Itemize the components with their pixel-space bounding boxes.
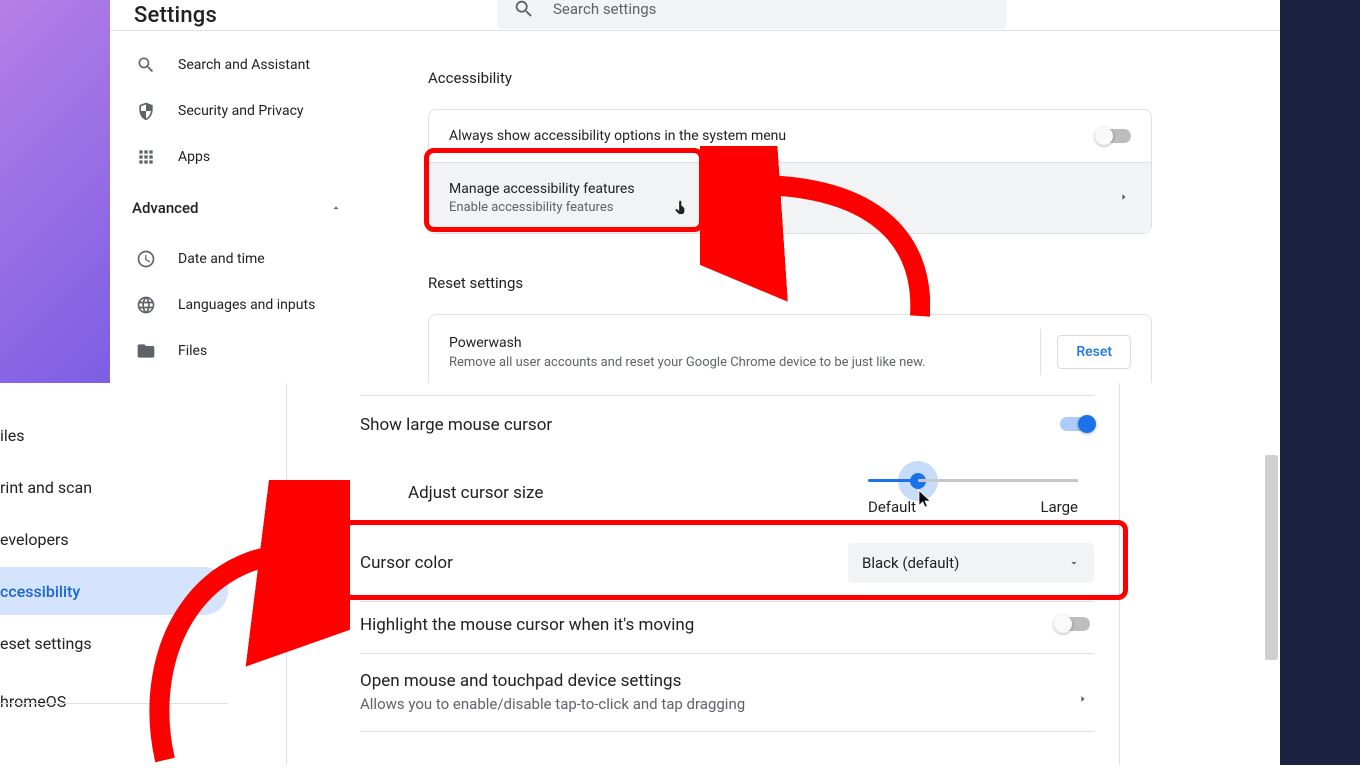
arrow-cursor-icon [916, 486, 934, 510]
row-label: Show large mouse cursor [360, 415, 552, 435]
sidebar-item-chromeos-cropped[interactable]: hromeOS [0, 677, 228, 725]
sidebar-label: Date and time [178, 251, 265, 267]
always-show-row[interactable]: Always show accessibility options in the… [429, 110, 1151, 162]
settings-window-bottom: iles rint and scan evelopers ccessibilit… [0, 383, 1265, 765]
sidebar-item-apps[interactable]: Apps [110, 137, 370, 177]
sidebar-item-developers-cropped[interactable]: evelopers [0, 515, 228, 563]
row-label: Adjust cursor size [408, 483, 543, 503]
large-cursor-toggle[interactable] [1060, 417, 1094, 431]
powerwash-sublabel: Remove all user accounts and reset your … [449, 355, 1024, 370]
pointer-cursor-icon [672, 196, 690, 218]
slider-max-label: Large [1040, 498, 1078, 516]
settings-window-top: Settings Search settings Search and Assi… [110, 0, 1280, 383]
reset-card: Powerwash Remove all user accounts and r… [428, 314, 1152, 390]
search-icon [136, 55, 156, 75]
row-label: Manage accessibility features [449, 181, 635, 197]
sidebar-label: Advanced [132, 199, 198, 217]
settings-sidebar: Search and Assistant Security and Privac… [110, 31, 370, 383]
sidebar-item-date-time[interactable]: Date and time [110, 239, 370, 279]
clock-icon [136, 249, 156, 269]
cursor-color-dropdown[interactable]: Black (default) [848, 543, 1094, 583]
sidebar-item-print-scan-cropped[interactable]: rint and scan [0, 463, 228, 511]
row-label: Always show accessibility options in the… [449, 128, 786, 144]
cursor-size-slider[interactable]: Default Large [868, 479, 1078, 516]
dropdown-value: Black (default) [862, 554, 959, 572]
always-show-toggle[interactable] [1097, 129, 1131, 143]
chevron-up-icon [330, 202, 342, 214]
manage-accessibility-row[interactable]: Manage accessibility features Enable acc… [429, 163, 1151, 233]
search-placeholder: Search settings [553, 0, 656, 18]
accessibility-card: Always show accessibility options in the… [428, 109, 1152, 234]
slider-min-label: Default [868, 498, 916, 516]
sidebar-item-files-cropped[interactable]: iles [0, 411, 228, 459]
sidebar-item-reset-settings-cropped[interactable]: eset settings [0, 619, 228, 667]
sidebar-label: Search and Assistant [178, 57, 310, 73]
accessibility-heading: Accessibility [428, 69, 1280, 87]
sidebar-label: Apps [178, 149, 210, 165]
background-dark-strip [1280, 0, 1360, 765]
settings-title: Settings [134, 3, 217, 28]
background-purple-strip [0, 0, 112, 383]
sidebar-item-advanced[interactable]: Advanced [110, 183, 370, 233]
sidebar-item-security[interactable]: Security and Privacy [110, 91, 370, 131]
scrollbar-thumb[interactable] [1264, 455, 1278, 660]
row-sublabel: Enable accessibility features [449, 200, 635, 215]
row-label: Cursor color [360, 553, 453, 573]
reset-heading: Reset settings [428, 274, 1280, 292]
row-sublabel: Allows you to enable/disable tap-to-clic… [360, 695, 745, 713]
powerwash-label: Powerwash [449, 335, 1024, 351]
search-settings-box[interactable]: Search settings [497, 0, 1007, 29]
large-cursor-row[interactable]: Show large mouse cursor [360, 415, 1094, 435]
bottom-sidebar: iles rint and scan evelopers ccessibilit… [0, 383, 228, 765]
sidebar-item-languages[interactable]: Languages and inputs [110, 285, 370, 325]
sidebar-label: Security and Privacy [178, 103, 304, 119]
apps-grid-icon [136, 147, 156, 167]
sidebar-item-files[interactable]: Files [110, 331, 370, 371]
cursor-color-row: Cursor color [360, 553, 453, 573]
globe-icon [136, 295, 156, 315]
search-icon [513, 0, 535, 20]
open-mouse-row[interactable]: Open mouse and touchpad device settings … [360, 671, 745, 713]
folder-icon [136, 341, 156, 361]
sidebar-item-accessibility-cropped[interactable]: ccessibility [0, 567, 228, 615]
sidebar-item-search-assistant[interactable]: Search and Assistant [110, 45, 370, 85]
highlight-moving-row[interactable]: Highlight the mouse cursor when it's mov… [360, 615, 1094, 635]
shield-icon [136, 101, 156, 121]
chevron-right-icon [1119, 190, 1129, 206]
sidebar-label: Files [178, 343, 207, 359]
row-label: Highlight the mouse cursor when it's mov… [360, 615, 694, 635]
adjust-size-row: Adjust cursor size [408, 483, 543, 503]
row-label: Open mouse and touchpad device settings [360, 671, 681, 691]
reset-button[interactable]: Reset [1057, 335, 1131, 369]
highlight-moving-toggle[interactable] [1056, 617, 1090, 631]
sidebar-label: Languages and inputs [178, 297, 315, 313]
settings-main: Accessibility Always show accessibility … [370, 31, 1280, 383]
chevron-down-icon [1068, 557, 1080, 569]
chevron-right-icon [1078, 689, 1088, 708]
